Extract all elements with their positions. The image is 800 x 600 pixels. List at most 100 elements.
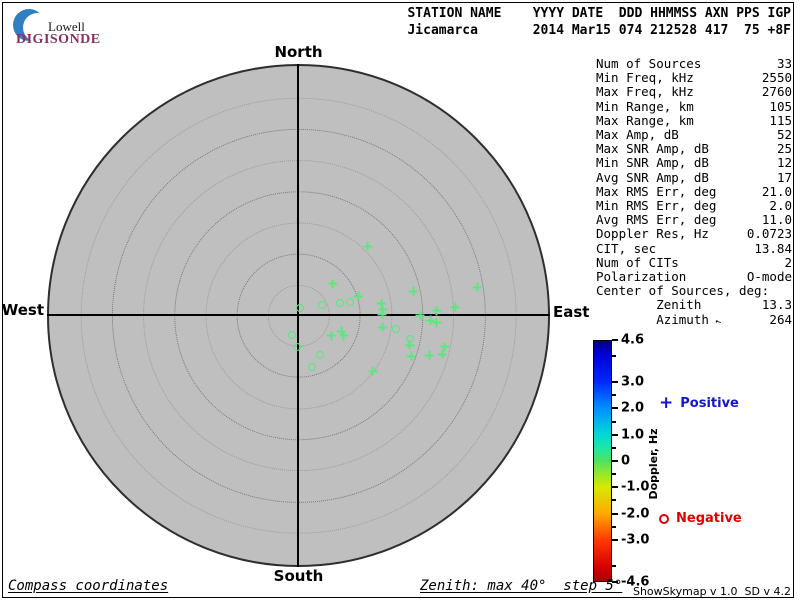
station-header-values: Jicamarca 2014 Mar15 074 212528 417 75 +… (407, 23, 791, 38)
stat-value: 33 (776, 56, 792, 71)
colorbar-minor-tick (612, 394, 616, 397)
stat-value: 17 (776, 169, 792, 185)
colorbar-minor-tick (612, 473, 616, 476)
source-point (335, 298, 344, 307)
stat-value: 2.0 (769, 198, 792, 214)
stat-label: Max Range, km (596, 112, 694, 128)
colorbar-tick (612, 538, 618, 541)
colorbar-tick (612, 512, 618, 515)
stats-row: Max Amp, dB 52 (596, 127, 792, 142)
station-header: STATION NAME YYYY DATE DDD HHMMSS AXN PP… (407, 5, 791, 39)
stats-row: Center of Sources, deg: (596, 284, 792, 298)
lowell-digisonde-logo: Lowell DIGISONDE (10, 5, 170, 47)
stat-value: 21.0 (761, 183, 792, 199)
stat-value: 264 (769, 311, 792, 327)
stats-row: CIT, sec 13.84 (596, 240, 792, 256)
colorbar-tick-label: 1.0 (621, 427, 645, 443)
footer-zenith-label: Zenith: max 40° step 5° (420, 578, 623, 594)
stat-value: O-mode (746, 269, 792, 285)
source-point (368, 366, 378, 376)
stat-label: Polarization (596, 269, 687, 285)
source-point (378, 322, 387, 332)
source-point (317, 301, 326, 310)
legend-negative: Negative (659, 511, 742, 526)
source-point (308, 362, 317, 371)
stats-row: Num of Sources 33 (596, 56, 792, 71)
stat-value: 12 (776, 155, 792, 171)
stats-row: Polarization O-mode (596, 269, 792, 285)
stat-label: Min SNR Amp, dB (596, 155, 709, 171)
stat-value: 105 (769, 98, 792, 114)
stat-label: Doppler Res, Hz (596, 226, 709, 242)
stats-row: Avg RMS Err, deg 11.0 (596, 213, 792, 227)
stat-value: 2550 (761, 70, 792, 86)
stat-value: 2760 (761, 84, 792, 100)
stat-value: 115 (769, 112, 792, 128)
colorbar-minor-tick (612, 354, 616, 357)
stats-row: Max SNR Amp, dB 25 (596, 142, 792, 156)
compass-label-west: West (1, 301, 44, 319)
stats-row: Max RMS Err, deg 21.0 (596, 183, 792, 199)
source-point (363, 241, 373, 251)
footer-coordinates-label: Compass coordinates (8, 578, 169, 594)
compass-label-south: South (273, 567, 324, 585)
colorbar-tick-label: 2.0 (621, 400, 645, 416)
skymap-axis-vertical (297, 64, 299, 567)
source-point (405, 340, 415, 350)
source-point (377, 309, 387, 319)
stat-label: Zenith (596, 297, 702, 313)
stat-label: Min Freq, kHz (596, 70, 694, 86)
stat-label: Avg SNR Amp, dB (596, 169, 709, 185)
azimuth-arrow-icon: ↑ (712, 317, 726, 326)
legend-positive: + Positive (659, 395, 739, 412)
source-point (339, 331, 349, 341)
source-point (292, 342, 301, 351)
stats-row: Avg SNR Amp, dB 17 (596, 169, 792, 185)
colorbar-minor-tick (612, 525, 616, 528)
stats-row: Num of CITs 2 (596, 255, 792, 270)
colorbar-minor-tick (612, 565, 616, 568)
source-point (415, 311, 425, 320)
source-point (345, 297, 354, 306)
stats-row: Min SNR Amp, dB 12 (596, 156, 792, 170)
stat-value: 11.0 (761, 212, 792, 228)
legend-positive-label: Positive (680, 396, 739, 411)
colorbar-minor-tick (612, 446, 616, 449)
stat-value: 13.3 (761, 297, 792, 313)
colorbar-tick-label: -3.0 (621, 532, 650, 548)
stat-label: Center of Sources, deg: (596, 283, 770, 299)
logo-digisonde-text: DIGISONDE (16, 32, 101, 47)
showskymap-window: { "logo": { "lowell": "Lowell", "digison… (0, 0, 800, 600)
source-point (432, 306, 442, 316)
colorbar-tick-label: -2.0 (621, 506, 650, 522)
stat-value: 25 (776, 141, 792, 157)
stats-row: Max Range, km 115 (596, 112, 792, 128)
stat-label: Max SNR Amp, dB (596, 141, 709, 157)
colorbar-tick (612, 460, 618, 462)
source-point (432, 318, 442, 328)
source-point (392, 325, 401, 334)
stat-label: CIT, sec (596, 240, 657, 256)
stats-row: Max Freq, kHz 2760 (596, 85, 792, 99)
colorbar-minor-tick (612, 420, 616, 423)
source-point (316, 350, 325, 359)
compass-label-north: North (274, 43, 323, 61)
stat-value: 13.84 (754, 240, 792, 256)
stat-label: Azimuth ↑ (596, 311, 726, 327)
colorbar-title: Doppler, Hz (647, 428, 660, 500)
colorbar (593, 340, 612, 582)
source-point (424, 350, 434, 360)
stat-label: Min RMS Err, deg (596, 198, 717, 214)
stat-label: Avg RMS Err, deg (596, 212, 717, 228)
stats-row: Min Range, km 105 (596, 98, 792, 114)
circle-icon (659, 513, 669, 524)
source-point (328, 279, 338, 289)
stats-row: Min RMS Err, deg 2.0 (596, 198, 792, 214)
stat-label: Max Freq, kHz (596, 84, 694, 100)
footer-version-label: ShowSkymap v 1.0 SD v 4.2 (632, 585, 791, 598)
source-point (295, 304, 304, 313)
source-point (440, 342, 450, 352)
stat-value: 0.0723 (746, 226, 792, 242)
legend-negative-label: Negative (676, 511, 742, 526)
source-point (288, 331, 297, 340)
